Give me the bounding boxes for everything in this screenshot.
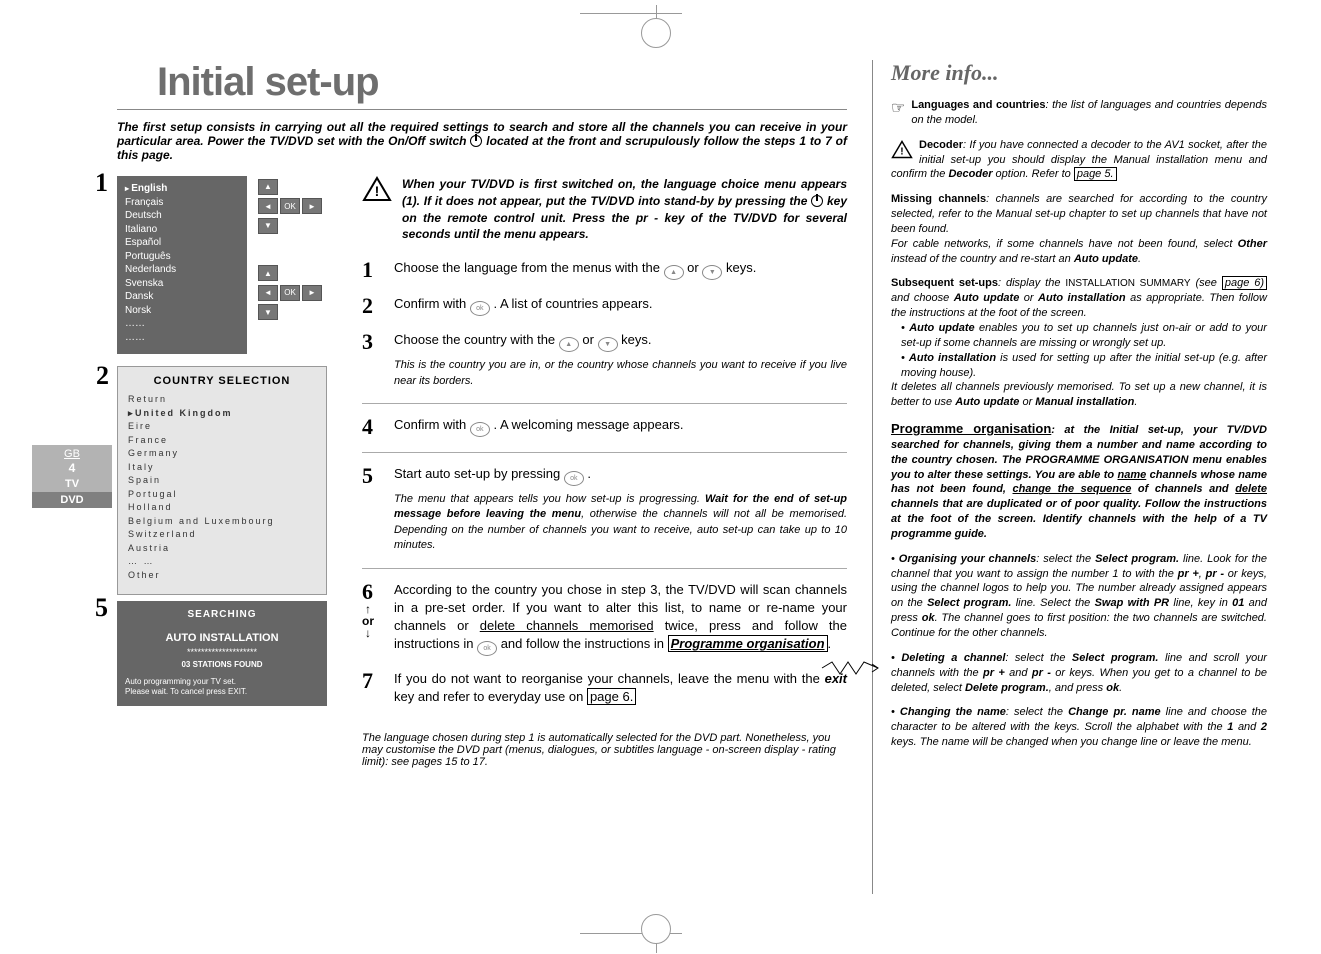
page-6-link: page 6. <box>587 688 636 705</box>
info-programme-org: Programme organisation: at the Initial s… <box>891 420 1267 542</box>
more-info-title: More info... <box>891 60 1267 86</box>
crop-mark <box>641 18 671 48</box>
note-box: ! When your TV/DVD is first switched on,… <box>362 176 847 243</box>
up-key-icon: ▲ <box>559 337 579 352</box>
ok-key-icon: ok <box>470 422 490 437</box>
page-title: Initial set-up <box>157 60 847 105</box>
info-missing: Missing channels: channels are searched … <box>891 192 1267 266</box>
ok-key-icon: ok <box>470 301 490 316</box>
language-menu-screenshot: 1 English Français Deutsch Italiano Espa… <box>117 176 327 354</box>
step-marker-2: 2 <box>96 361 109 391</box>
right-icon: ► <box>302 198 322 214</box>
info-languages: ☞ Languages and countries: the list of l… <box>891 98 1267 128</box>
country-title: COUNTRY SELECTION <box>128 375 316 387</box>
up-icon: ▲ <box>258 265 278 281</box>
progress-dots: ******************** <box>125 647 319 657</box>
power-icon <box>470 135 482 147</box>
step-4: 4 Confirm with ok . A welcoming message … <box>362 416 847 438</box>
manual-page: GB 4 TV DVD Initial set-up The first set… <box>32 60 1289 894</box>
info-subsequent: Subsequent set-ups: display the INSTALLA… <box>891 276 1267 410</box>
intro-text: The first setup consists in carrying out… <box>117 120 847 162</box>
tab-dvd: DVD <box>32 492 112 508</box>
language-list: English Français Deutsch Italiano Españo… <box>117 176 247 354</box>
hand-icon: ☞ <box>891 98 905 120</box>
more-info-column: More info... ☞ Languages and countries: … <box>872 60 1267 894</box>
step-2: 2 Confirm with ok . A list of countries … <box>362 295 847 317</box>
svg-text:!: ! <box>375 183 380 199</box>
up-key-icon: ▲ <box>664 265 684 280</box>
warning-icon: ! <box>362 176 392 202</box>
down-arrow-icon: ↓ <box>365 626 371 640</box>
separator <box>362 403 847 404</box>
step-marker-5: 5 <box>95 593 108 623</box>
page-5-link: page 5. <box>1074 167 1117 181</box>
stations-found: 03 STATIONS FOUND <box>125 660 319 669</box>
step-5-sub: The menu that appears tells you how set-… <box>394 492 847 554</box>
step-1: 1 Choose the language from the menus wit… <box>362 259 847 281</box>
nav-buttons: ▲ ◄OK► ▼ ▲ ◄OK► ▼ <box>257 176 323 321</box>
step-6-7: 6 ↑ or ↓ According to the country you ch… <box>362 581 847 721</box>
step-7: 7 If you do not want to reorganise your … <box>362 670 847 706</box>
step-5: 5 Start auto set-up by pressing ok . The… <box>362 465 847 554</box>
main-column: Initial set-up The first setup consists … <box>117 60 872 894</box>
warning-icon: ! <box>891 140 913 164</box>
ok-key-icon: ok <box>564 471 584 486</box>
searching-msg: Auto programming your TV set. Please wai… <box>125 677 319 698</box>
separator <box>362 568 847 569</box>
down-key-icon: ▼ <box>702 265 722 280</box>
ok-button: OK <box>280 198 300 214</box>
down-key-icon: ▼ <box>598 337 618 352</box>
screenshots-column: 1 English Français Deutsch Italiano Espa… <box>117 176 342 781</box>
info-organising: • Organising your channels: select the S… <box>891 552 1267 641</box>
tab-gb: GB 4 <box>32 445 112 476</box>
ok-key-icon: ok <box>477 641 497 656</box>
step-marker-1: 1 <box>95 168 108 198</box>
tab-page-number: 4 <box>69 461 76 475</box>
info-decoder: ! Decoder: If you have connected a decod… <box>891 138 1267 183</box>
searching-screenshot: 5 SEARCHING AUTO INSTALLATION **********… <box>117 601 327 706</box>
info-changing-name: • Changing the name: select the Change p… <box>891 705 1267 750</box>
left-icon: ◄ <box>258 198 278 214</box>
step-3: 3 Choose the country with the ▲ or ▼ key… <box>362 331 847 389</box>
tab-gb-label: GB <box>64 448 80 460</box>
searching-title: SEARCHING <box>125 609 319 620</box>
right-icon: ► <box>302 285 322 301</box>
step-6: 6 ↑ or ↓ According to the country you ch… <box>362 581 847 657</box>
up-icon: ▲ <box>258 179 278 195</box>
down-icon: ▼ <box>258 304 278 320</box>
crop-mark <box>641 914 671 944</box>
country-menu-screenshot: 2 COUNTRY SELECTION Return United Kingdo… <box>117 366 327 595</box>
ok-button: OK <box>280 285 300 301</box>
separator <box>362 452 847 453</box>
power-icon <box>811 195 823 207</box>
info-deleting: • Deleting a channel: select the Select … <box>891 651 1267 696</box>
prog-org-link: Programme organisation <box>671 636 825 651</box>
page-6-link: page 6) <box>1222 276 1267 290</box>
connector-arrow <box>820 658 880 678</box>
svg-text:!: ! <box>900 146 903 157</box>
left-icon: ◄ <box>258 285 278 301</box>
side-tab: GB 4 TV DVD <box>32 445 112 508</box>
final-note: The language chosen during step 1 is aut… <box>362 732 847 768</box>
country-list: Return United Kingdom Eire France German… <box>128 393 316 582</box>
auto-install-label: AUTO INSTALLATION <box>125 632 319 644</box>
steps-column: ! When your TV/DVD is first switched on,… <box>342 176 847 781</box>
tab-tv: TV <box>32 476 112 492</box>
step-3-sub: This is the country you are in, or the c… <box>394 358 847 389</box>
note-text: When your TV/DVD is first switched on, t… <box>402 176 847 243</box>
crop-mark <box>580 13 682 14</box>
down-icon: ▼ <box>258 218 278 234</box>
